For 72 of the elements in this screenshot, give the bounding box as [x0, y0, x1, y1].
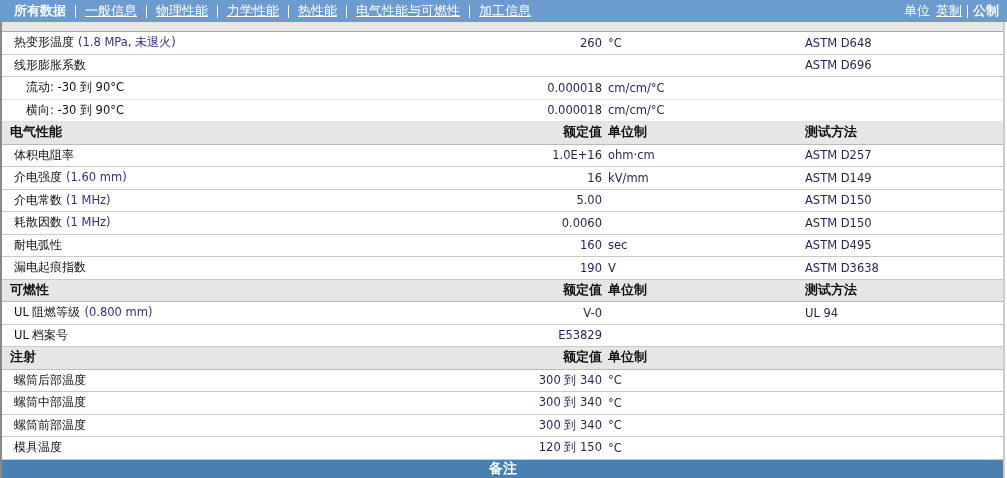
- property-value: 0.000018: [546, 80, 603, 95]
- property-name: 耐电弧性: [13, 237, 63, 253]
- test-method: ASTM D149: [805, 170, 873, 185]
- nav-tab[interactable]: 一般信息: [83, 2, 139, 20]
- column-heading: 单位制: [607, 124, 648, 142]
- nav-tab[interactable]: 物理性能: [154, 2, 210, 20]
- unit-text: kV/mm: [607, 170, 650, 185]
- property-value: 300 到 340: [537, 372, 603, 388]
- property-value: 5.00: [575, 193, 603, 208]
- column-heading: 额定值: [562, 281, 603, 299]
- column-heading: 额定值: [562, 349, 603, 367]
- unit-text: °C: [607, 35, 623, 50]
- property-value: 300 到 340: [537, 395, 603, 411]
- property-name: 流动: -30 到 90°C: [25, 80, 126, 96]
- property-name: 介电常数 (1 MHz): [13, 192, 112, 208]
- unit-text: °C: [607, 395, 623, 410]
- property-name: 横向: -30 到 90°C: [25, 102, 126, 118]
- column-heading: 额定值: [562, 124, 603, 142]
- property-name: UL 阻燃等级 (0.800 mm): [13, 305, 154, 321]
- unit-text: V: [607, 260, 617, 275]
- property-value: 260: [579, 35, 603, 50]
- property-name: 介电强度 (1.60 mm): [13, 170, 128, 186]
- property-value: 120 到 150: [537, 440, 603, 456]
- test-method: ASTM D150: [805, 193, 873, 208]
- test-method: UL 94: [805, 305, 840, 320]
- property-name: UL 档案号: [13, 327, 70, 343]
- nav-tab[interactable]: 加工信息: [477, 2, 533, 20]
- section-title: 电气性能: [9, 124, 63, 142]
- test-method: ASTM D150: [805, 215, 873, 230]
- nav-tab[interactable]: 热性能: [296, 2, 339, 20]
- property-name: 线形膨胀系数: [13, 57, 87, 73]
- test-method: ASTM D696: [805, 58, 873, 73]
- test-method: ASTM D257: [805, 148, 873, 163]
- unit-text: °C: [607, 440, 623, 455]
- unit-text: °C: [607, 418, 623, 433]
- property-value: 190: [579, 260, 603, 275]
- unit-text: cm/cm/°C: [607, 103, 666, 118]
- test-method: ASTM D648: [805, 35, 873, 50]
- property-name: 耗散因数 (1 MHz): [13, 215, 112, 231]
- property-name: 螺筒前部温度: [13, 417, 87, 433]
- property-name: 体积电阻率: [13, 147, 75, 163]
- property-value: 1.0E+16: [551, 148, 603, 163]
- property-name: 漏电起痕指数: [13, 260, 87, 276]
- section-title: 可燃性: [9, 281, 50, 299]
- units-label: 单位: [904, 2, 930, 20]
- column-heading: 测试方法: [805, 124, 858, 142]
- nav-tab[interactable]: 力学性能: [225, 2, 281, 20]
- property-value: 300 到 340: [537, 417, 603, 433]
- unit-text: ohm·cm: [607, 148, 656, 163]
- unit-option[interactable]: 公制: [971, 2, 1001, 20]
- unit-text: cm/cm/°C: [607, 80, 666, 95]
- test-method: ASTM D3638: [805, 260, 880, 275]
- property-name: 模具温度: [13, 440, 63, 456]
- property-name: 热变形温度 (1.8 MPa, 未退火): [13, 35, 177, 51]
- section-title: 注射: [9, 349, 37, 367]
- unit-text: sec: [607, 238, 629, 253]
- column-heading: 单位制: [607, 349, 648, 367]
- column-heading: 单位制: [607, 281, 648, 299]
- property-value: E53829: [557, 328, 603, 343]
- nav-tab[interactable]: 电气性能与可燃性: [354, 2, 462, 20]
- property-value: V-0: [582, 305, 603, 320]
- test-method: ASTM D495: [805, 238, 873, 253]
- property-value: 0.000018: [546, 103, 603, 118]
- nav-tab[interactable]: 所有数据: [12, 2, 68, 20]
- property-value: 0.0060: [560, 215, 603, 230]
- property-name: 螺筒后部温度: [13, 372, 87, 388]
- property-value: 16: [586, 170, 603, 185]
- unit-text: °C: [607, 373, 623, 388]
- property-value: 160: [579, 238, 603, 253]
- column-heading: 测试方法: [805, 281, 858, 299]
- property-name: 螺筒中部温度: [13, 395, 87, 411]
- unit-option[interactable]: 英制: [934, 2, 964, 20]
